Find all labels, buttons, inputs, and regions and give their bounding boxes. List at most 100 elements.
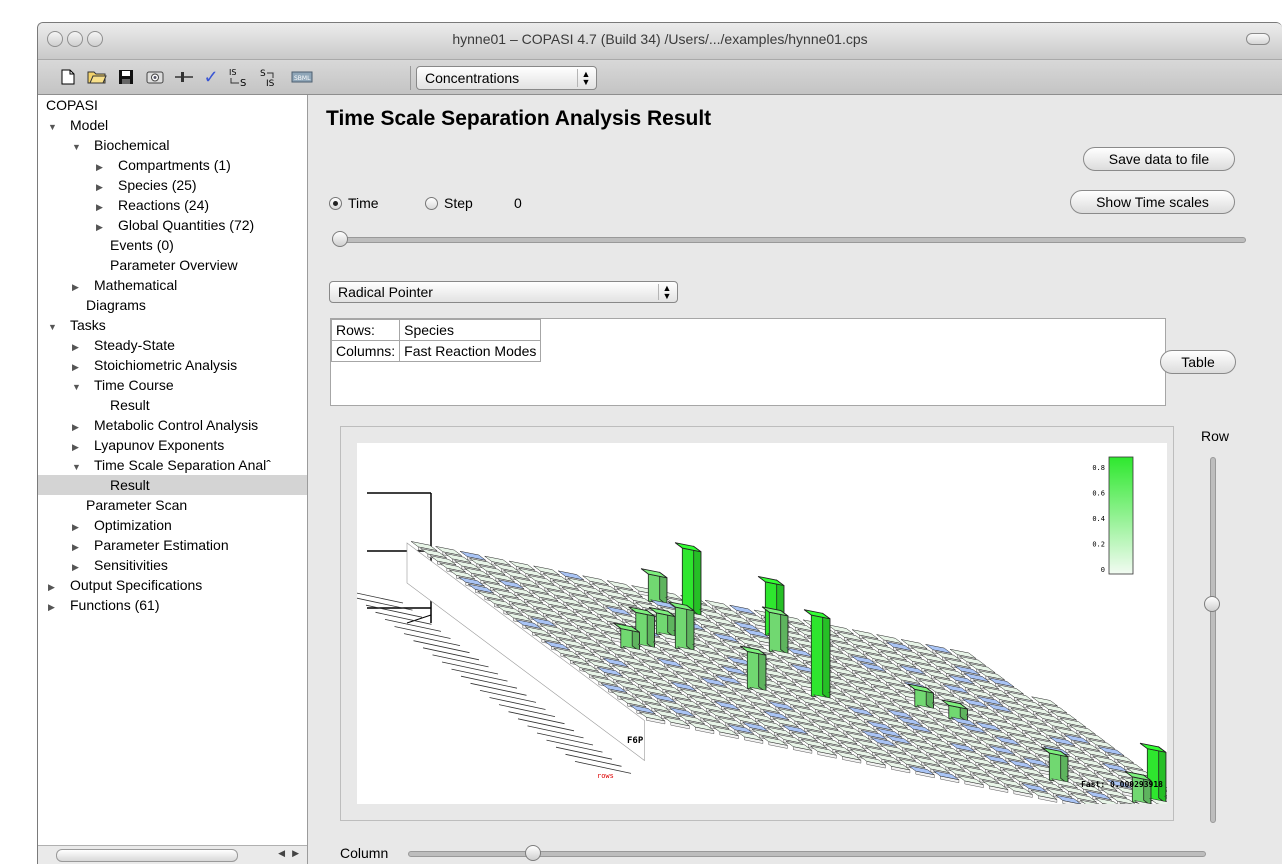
- view-type-combo[interactable]: Radical Pointer ▲▼: [329, 281, 678, 303]
- row-tick-line: [490, 698, 546, 710]
- disclosure-closed-icon[interactable]: ▶: [72, 517, 86, 537]
- bar-plot-3d[interactable]: F6ProwsFast: 0.0002939180.80.60.40.20: [357, 443, 1167, 804]
- tree-item[interactable]: Events (0): [38, 235, 174, 255]
- disclosure-closed-icon[interactable]: ▶: [96, 157, 110, 177]
- result-panel: Time Scale Separation Analysis Result Sa…: [308, 95, 1282, 864]
- time-slider-knob[interactable]: [332, 231, 348, 247]
- tree-item-label: Compartments (1): [118, 157, 231, 173]
- tree-item[interactable]: ▶ Compartments (1): [38, 155, 231, 175]
- tree-item[interactable]: ▼Time Course: [38, 375, 174, 395]
- slider-icon[interactable]: [173, 66, 195, 88]
- tree-item[interactable]: Parameter Scan: [38, 495, 187, 515]
- column-slider-knob[interactable]: [525, 845, 541, 861]
- tree-item[interactable]: ▼Tasks: [38, 315, 106, 335]
- disclosure-closed-icon[interactable]: ▶: [48, 577, 62, 597]
- bar-side-face: [647, 611, 654, 649]
- page-title: Time Scale Separation Analysis Result: [326, 107, 711, 131]
- s-to-is-icon[interactable]: SIS: [257, 66, 283, 88]
- toolbar-toggle-button[interactable]: [1246, 33, 1270, 45]
- toolbar-separator: [410, 66, 411, 90]
- tree-item[interactable]: ▶Lyapunov Exponents: [38, 435, 224, 455]
- bar-side-face: [823, 613, 830, 699]
- tree-item[interactable]: ▶ Global Quantities (72): [38, 215, 254, 235]
- time-radio[interactable]: Time: [329, 195, 379, 211]
- tree-horizontal-scrollbar[interactable]: ◀ ▶: [38, 845, 307, 864]
- navigation-tree: COPASI ▼Model▼Biochemical▶Compartments (…: [38, 95, 308, 864]
- tree-item[interactable]: Diagrams: [38, 295, 146, 315]
- disclosure-closed-icon[interactable]: ▶: [72, 557, 86, 577]
- row-tick-line: [433, 655, 489, 667]
- tree-item[interactable]: Parameter Overview: [38, 255, 238, 275]
- is-to-s-icon[interactable]: ISS: [226, 66, 252, 88]
- quantity-type-combo[interactable]: Concentrations ▲▼: [416, 66, 597, 90]
- updown-arrows-icon: ▲▼: [577, 69, 594, 87]
- disclosure-closed-icon[interactable]: ▶: [96, 217, 110, 237]
- tree-item[interactable]: ▶Optimization: [38, 515, 172, 535]
- tree-root[interactable]: COPASI: [46, 95, 98, 115]
- tree-item-label: Global Quantities (72): [118, 217, 254, 233]
- disclosure-open-icon[interactable]: ▼: [48, 117, 62, 137]
- columns-value: Fast Reaction Modes: [400, 341, 541, 362]
- svg-text:S: S: [260, 69, 266, 79]
- save-disk-icon[interactable]: [115, 66, 137, 88]
- open-folder-icon[interactable]: [85, 66, 109, 88]
- disclosure-open-icon[interactable]: ▼: [72, 377, 86, 397]
- scroll-left-arrow-icon[interactable]: ◀: [278, 848, 285, 859]
- disclosure-closed-icon[interactable]: ▶: [96, 177, 110, 197]
- show-timescales-button[interactable]: Show Time scales: [1070, 190, 1235, 214]
- tree-item-label: Events (0): [110, 237, 174, 253]
- tree-item[interactable]: ▶Output Specifications: [38, 575, 202, 595]
- tree-item[interactable]: ▶Stoichiometric Analysis: [38, 355, 237, 375]
- tree-item[interactable]: Result: [38, 395, 150, 415]
- tree-item[interactable]: Result: [38, 475, 307, 495]
- new-file-icon[interactable]: [58, 66, 78, 88]
- scroll-right-arrow-icon[interactable]: ▶: [292, 848, 299, 859]
- disclosure-closed-icon[interactable]: ▶: [96, 197, 110, 217]
- legend-tick-label: 0.8: [1092, 464, 1105, 472]
- disclosure-closed-icon[interactable]: ▶: [72, 537, 86, 557]
- tree-item[interactable]: ▶Sensitivities: [38, 555, 168, 575]
- row-tick-line: [528, 726, 584, 738]
- row-tick-line: [480, 690, 536, 702]
- tree-item-label: Species (25): [118, 177, 197, 193]
- tree-item-label: Parameter Overview: [110, 257, 238, 273]
- title-bar[interactable]: hynne01 – COPASI 4.7 (Build 34) /Users/.…: [38, 23, 1282, 60]
- tree-item[interactable]: ▶ Species (25): [38, 175, 197, 195]
- camera-icon[interactable]: [144, 66, 166, 88]
- table-row: Columns: Fast Reaction Modes: [332, 341, 541, 362]
- disclosure-open-icon[interactable]: ▼: [72, 457, 86, 477]
- save-data-button[interactable]: Save data to file: [1083, 147, 1235, 171]
- tree-item[interactable]: ▶Metabolic Control Analysis: [38, 415, 258, 435]
- tree-item[interactable]: ▼Model: [38, 115, 108, 135]
- step-radio-label: Step: [444, 195, 473, 211]
- tree-item[interactable]: ▶Functions (61): [38, 595, 159, 615]
- disclosure-closed-icon[interactable]: ▶: [48, 597, 62, 617]
- time-radio-dot[interactable]: [329, 197, 342, 210]
- tree-item[interactable]: ▼Time Scale Separation Analˆ: [38, 455, 271, 475]
- disclosure-open-icon[interactable]: ▼: [72, 137, 86, 157]
- tree-item[interactable]: ▶Steady-State: [38, 335, 175, 355]
- tree-item[interactable]: ▶Mathematical: [38, 275, 177, 295]
- disclosure-open-icon[interactable]: ▼: [48, 317, 62, 337]
- rows-axis-title: rows: [597, 772, 614, 780]
- sbml-icon[interactable]: SBML: [289, 66, 315, 88]
- table-button[interactable]: Table: [1160, 350, 1236, 374]
- check-icon[interactable]: ✓: [200, 66, 222, 88]
- plot-canvas: F6ProwsFast: 0.0002939180.80.60.40.20: [357, 443, 1167, 804]
- disclosure-closed-icon[interactable]: ▶: [72, 337, 86, 357]
- tree-item[interactable]: ▶Reactions (24): [38, 195, 209, 215]
- disclosure-closed-icon[interactable]: ▶: [72, 277, 86, 297]
- time-slider[interactable]: [332, 237, 1246, 243]
- step-radio[interactable]: Step: [425, 195, 473, 211]
- row-slider-knob[interactable]: [1204, 596, 1220, 612]
- row-slider[interactable]: [1210, 457, 1216, 823]
- tree-item[interactable]: ▶Parameter Estimation: [38, 535, 229, 555]
- row-tick-line: [518, 719, 574, 731]
- tree-item[interactable]: ▼Biochemical: [38, 135, 169, 155]
- disclosure-closed-icon[interactable]: ▶: [72, 357, 86, 377]
- svg-text:IS: IS: [266, 79, 275, 87]
- step-radio-dot[interactable]: [425, 197, 438, 210]
- scrollbar-thumb[interactable]: [56, 849, 238, 862]
- disclosure-closed-icon[interactable]: ▶: [72, 437, 86, 457]
- disclosure-closed-icon[interactable]: ▶: [72, 417, 86, 437]
